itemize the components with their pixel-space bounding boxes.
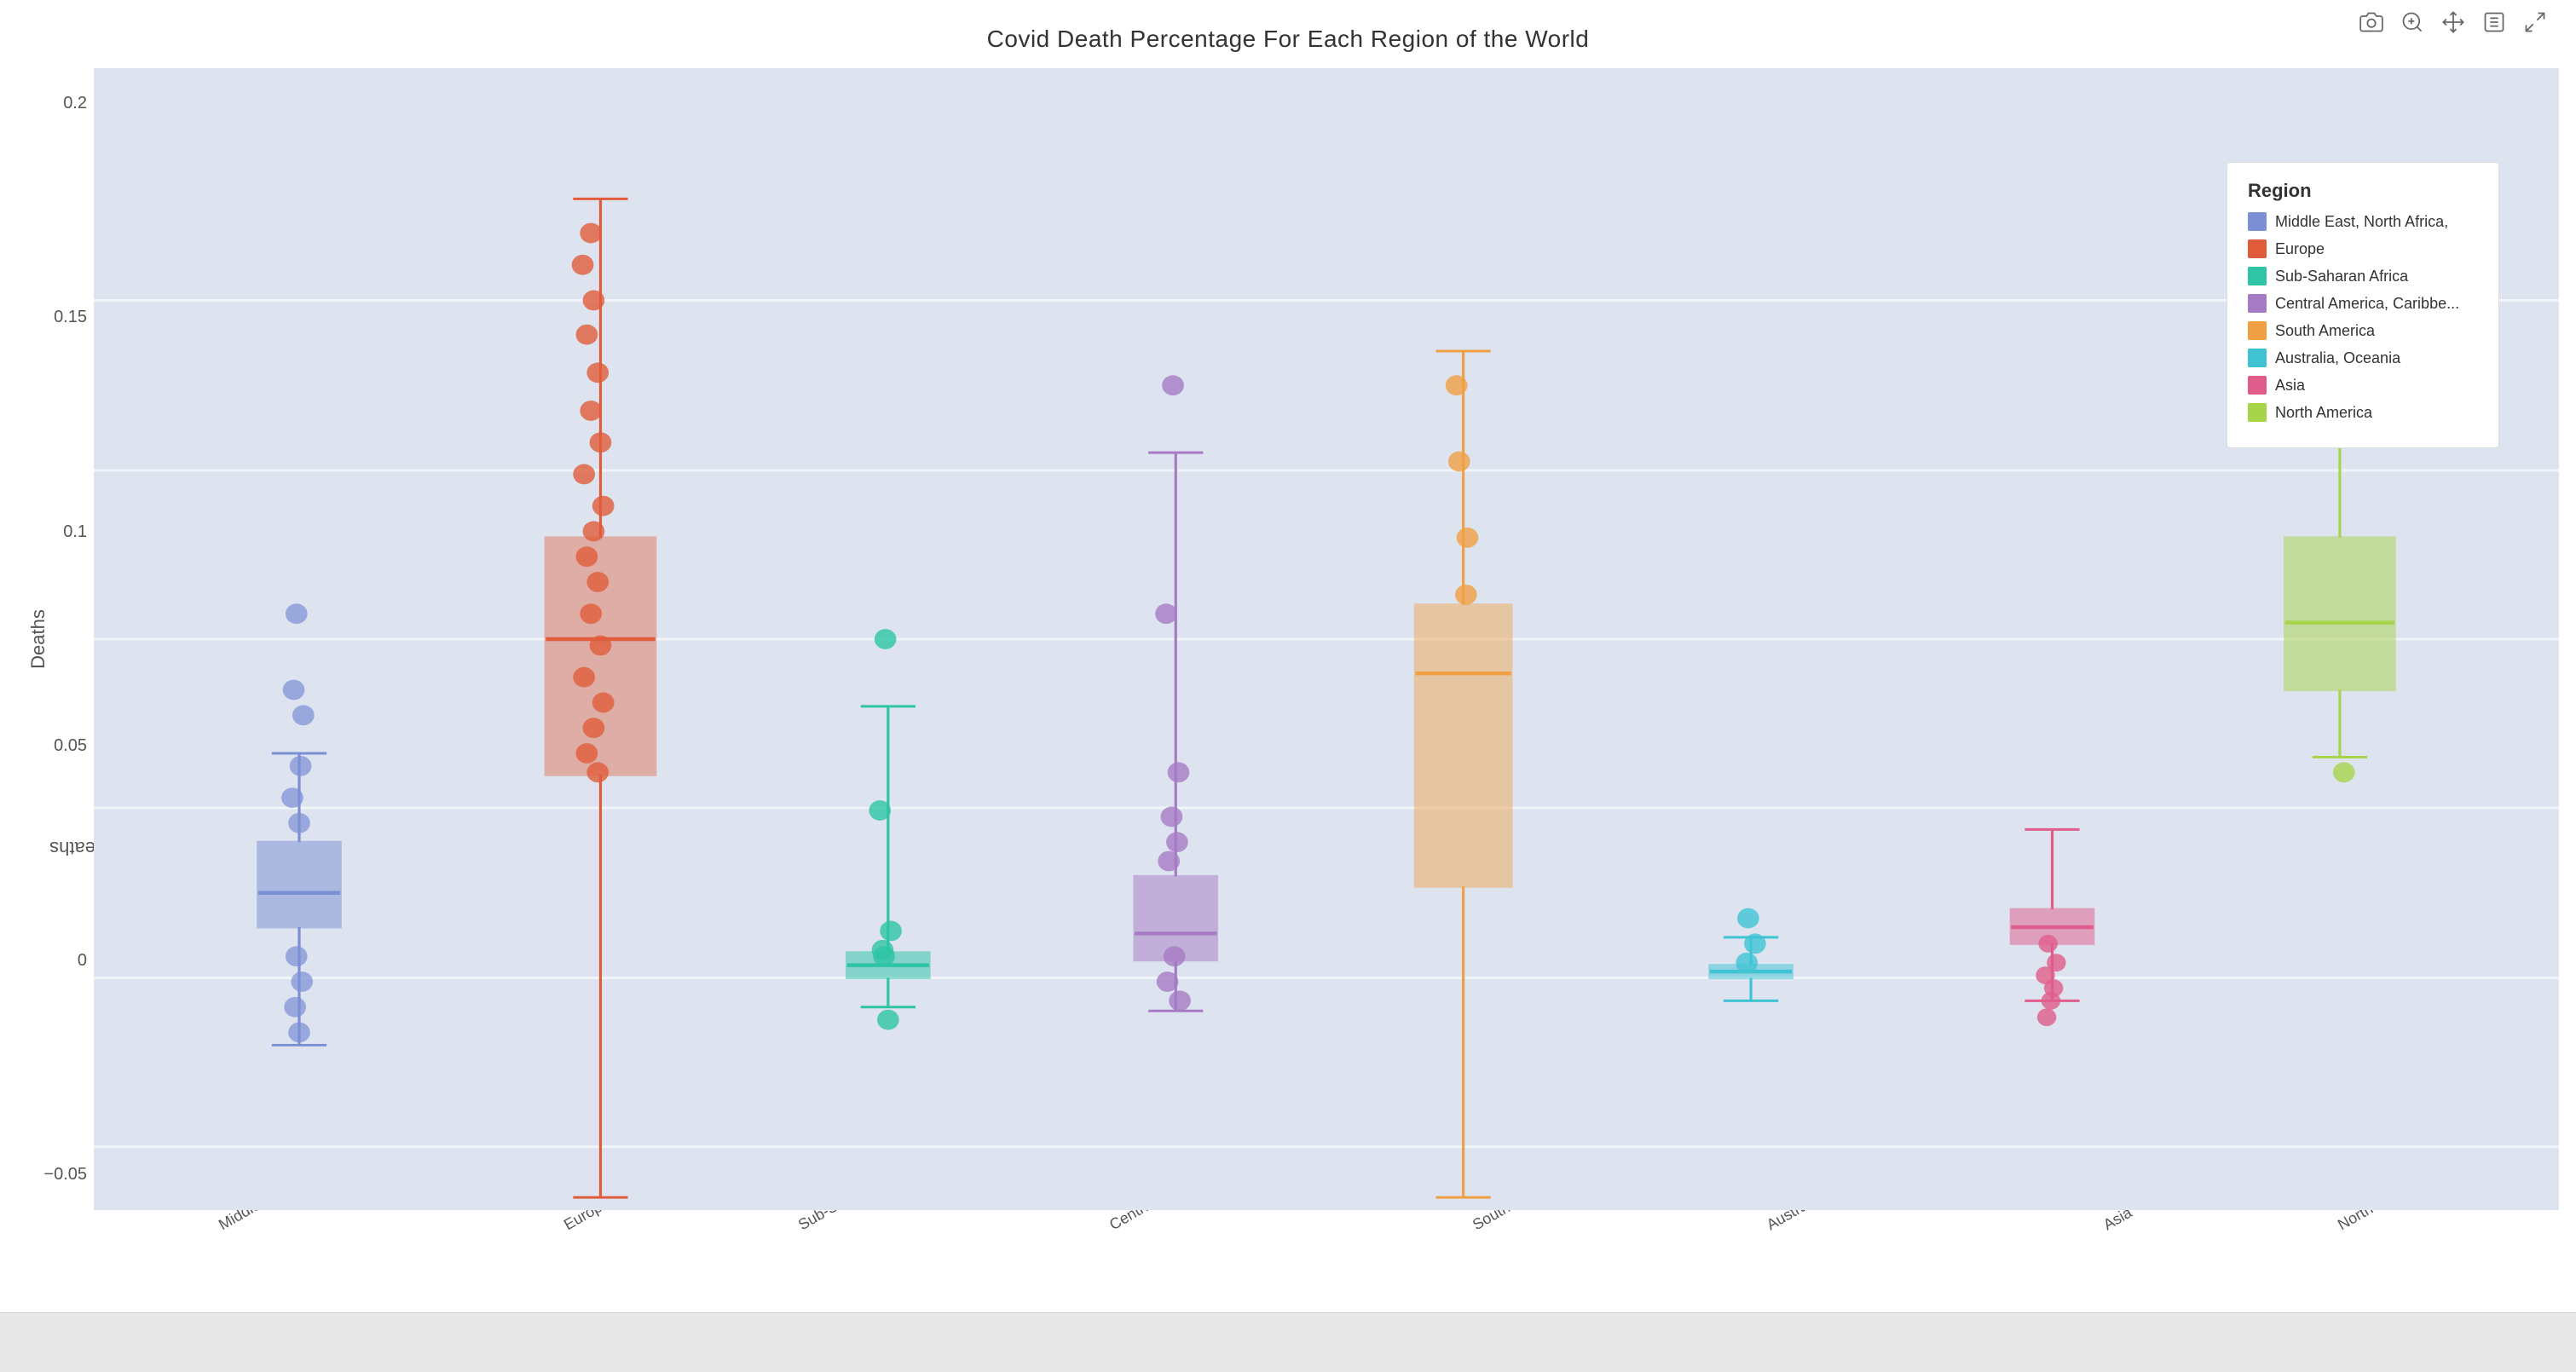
pan-icon[interactable] (2438, 7, 2469, 37)
legend-color-sub-saharan (2248, 267, 2267, 285)
chart-legend: Region Middle East, North Africa, Europe… (2227, 162, 2499, 448)
legend-item-north-america: North America (2248, 403, 2478, 422)
legend-item-central-america: Central America, Caribbe... (2248, 294, 2478, 313)
toolbar (2356, 7, 2550, 37)
legend-color-north-america (2248, 403, 2267, 422)
legend-item-middle-east: Middle East, North Africa, (2248, 212, 2478, 231)
legend-item-australia: Australia, Oceania (2248, 349, 2478, 367)
legend-color-europe (2248, 239, 2267, 258)
x-label-middle-east: Middle East, North Africa (216, 1210, 357, 1234)
x-label-sub-saharan: Sub-Saharan Africa (795, 1210, 937, 1234)
x-label-asia: Asia (2100, 1210, 2169, 1234)
camera-icon[interactable] (2356, 7, 2387, 37)
x-label-central-america: Central America, Caribb... (1106, 1210, 1278, 1234)
legend-color-middle-east (2248, 212, 2267, 231)
legend-color-central-america (2248, 294, 2267, 313)
legend-color-australia (2248, 349, 2267, 367)
legend-label-south-america: South America (2275, 322, 2375, 340)
x-label-australia: Australia, Oceania (1764, 1210, 1905, 1234)
legend-label-sub-saharan: Sub-Saharan Africa (2275, 268, 2408, 285)
lasso-icon[interactable] (2479, 7, 2510, 37)
chart-title: Covid Death Percentage For Each Region o… (987, 26, 1590, 52)
legend-label-central-america: Central America, Caribbe... (2275, 295, 2459, 313)
legend-item-south-america: South America (2248, 321, 2478, 340)
chart-svg: 0.2 0.15 0.1 0.05 0 −0.05 (94, 68, 2559, 1210)
x-label-north-america: North America (2335, 1210, 2476, 1234)
zoom-icon[interactable] (2397, 7, 2428, 37)
x-label-south-america: South America (1470, 1210, 1589, 1234)
legend-item-sub-saharan: Sub-Saharan Africa (2248, 267, 2478, 285)
legend-item-asia: Asia (2248, 376, 2478, 395)
legend-item-europe: Europe (2248, 239, 2478, 258)
legend-label-australia: Australia, Oceania (2275, 349, 2400, 367)
legend-label-europe: Europe (2275, 240, 2325, 258)
legend-color-asia (2248, 376, 2267, 395)
y-axis-label-text: Deaths (27, 609, 49, 669)
legend-label-middle-east: Middle East, North Africa, (2275, 213, 2448, 231)
legend-label-asia: Asia (2275, 377, 2305, 395)
expand-icon[interactable] (2520, 7, 2550, 37)
legend-color-south-america (2248, 321, 2267, 340)
x-label-europe: Europe (561, 1210, 629, 1234)
bottom-bar (0, 1312, 2576, 1372)
main-container: Covid Death Percentage For Each Region o… (0, 0, 2576, 1372)
legend-title: Region (2248, 180, 2478, 202)
legend-label-north-america: North America (2275, 404, 2372, 422)
